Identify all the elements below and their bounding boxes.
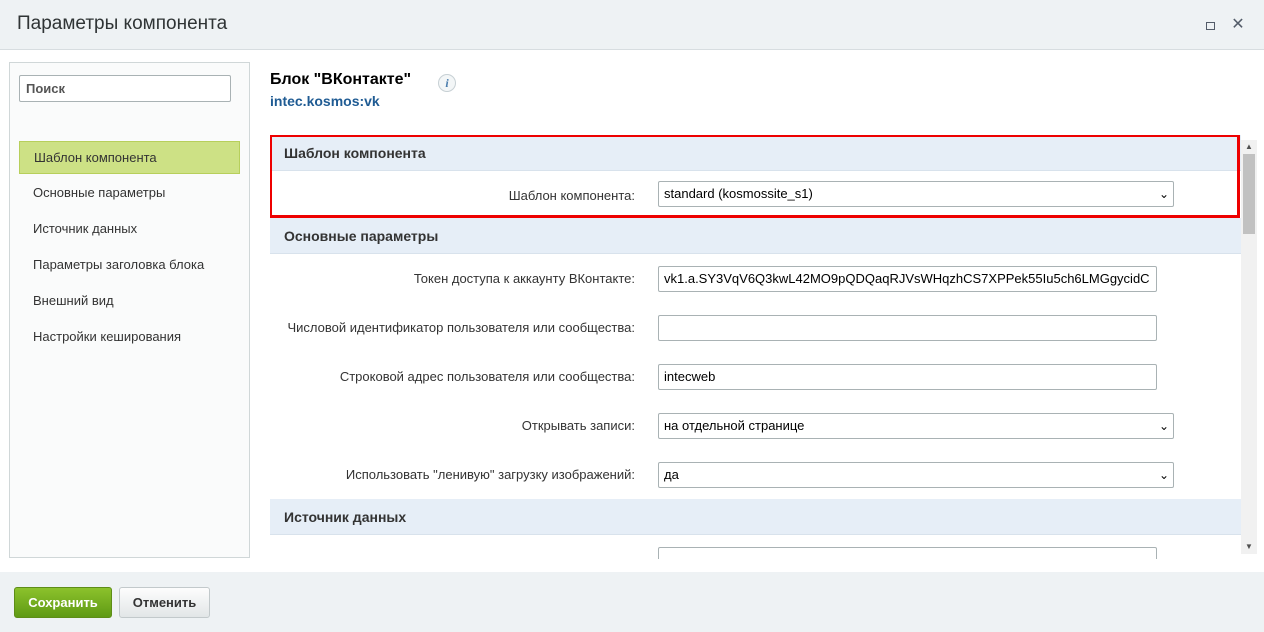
user-id-input[interactable]	[658, 315, 1157, 341]
source-input[interactable]	[658, 547, 1157, 559]
section-heading: Основные параметры	[270, 218, 1241, 254]
scrollbar[interactable]: ▲ ▼	[1241, 140, 1257, 554]
section-data-source: Источник данных	[270, 499, 1241, 559]
section-template: Шаблон компонента Шаблон компонента: sta…	[270, 135, 1241, 218]
param-row: Открывать записи: на отдельной странице …	[270, 401, 1241, 450]
param-row: Токен доступа к аккаунту ВКонтакте: vk1.…	[270, 254, 1241, 303]
token-input[interactable]: vk1.a.SY3VqV6Q3kwL42MO9pQDQaqRJVsWHqzhCS…	[658, 266, 1157, 292]
dialog-footer: Сохранить Отменить	[0, 572, 1264, 632]
sidebar-item-data-source[interactable]: Источник данных	[19, 213, 240, 249]
scrollbar-thumb[interactable]	[1243, 154, 1255, 234]
template-select-value: standard (kosmossite_s1)	[664, 186, 813, 201]
section-main-params: Основные параметры Токен доступа к аккау…	[270, 218, 1241, 499]
open-posts-value: на отдельной странице	[664, 418, 805, 433]
sidebar-list: Шаблон компонента Основные параметры Ист…	[19, 141, 240, 357]
params-panel: Шаблон компонента Шаблон компонента: sta…	[270, 135, 1241, 559]
chevron-down-icon: ⌄	[1158, 419, 1169, 433]
lazy-load-select[interactable]: да ⌄	[658, 462, 1174, 488]
component-code: intec.kosmos:vk	[270, 93, 380, 109]
dialog-header: Параметры компонента ✕	[0, 0, 1264, 50]
cancel-button[interactable]: Отменить	[119, 587, 210, 618]
token-label: Токен доступа к аккаунту ВКонтакте:	[413, 271, 635, 286]
param-row: Использовать "ленивую" загрузку изображе…	[270, 450, 1241, 499]
template-label: Шаблон компонента:	[508, 188, 635, 203]
chevron-down-icon: ⌄	[1158, 187, 1169, 201]
sidebar-item-header-params[interactable]: Параметры заголовка блока	[19, 249, 240, 285]
scroll-up-icon[interactable]: ▲	[1241, 140, 1257, 154]
chevron-down-icon: ⌄	[1158, 468, 1169, 482]
user-id-label: Числовой идентификатор пользователя или …	[287, 320, 635, 335]
sidebar-item-template[interactable]: Шаблон компонента	[19, 141, 240, 174]
component-title: Блок "ВКонтакте"	[270, 71, 412, 88]
save-button[interactable]: Сохранить	[14, 587, 112, 618]
param-row	[270, 535, 1241, 559]
section-heading: Шаблон компонента	[270, 135, 1241, 171]
open-posts-label: Открывать записи:	[521, 418, 635, 433]
address-label: Строковой адрес пользователя или сообщес…	[339, 369, 635, 384]
info-icon[interactable]: i	[438, 74, 456, 92]
maximize-icon[interactable]	[1202, 17, 1218, 33]
open-posts-select[interactable]: на отдельной странице ⌄	[658, 413, 1174, 439]
dialog-title: Параметры компонента	[17, 13, 228, 34]
close-icon[interactable]: ✕	[1230, 17, 1246, 33]
param-row: Шаблон компонента: standard (kosmossite_…	[270, 171, 1241, 218]
search-input[interactable]	[19, 75, 231, 102]
address-input[interactable]: intecweb	[658, 364, 1157, 390]
lazy-load-value: да	[664, 467, 679, 482]
main-panel: Блок "ВКонтакте" i intec.kosmos:vk Шабло…	[270, 50, 1264, 572]
sidebar: Шаблон компонента Основные параметры Ист…	[9, 62, 250, 558]
scroll-down-icon[interactable]: ▼	[1241, 540, 1257, 554]
param-row: Числовой идентификатор пользователя или …	[270, 303, 1241, 352]
template-select[interactable]: standard (kosmossite_s1) ⌄	[658, 181, 1174, 207]
dialog-content: Шаблон компонента Основные параметры Ист…	[0, 50, 1264, 572]
lazy-load-label: Использовать "ленивую" загрузку изображе…	[345, 467, 635, 482]
section-heading: Источник данных	[270, 499, 1241, 535]
sidebar-item-caching[interactable]: Настройки кеширования	[19, 321, 240, 357]
sidebar-item-main-params[interactable]: Основные параметры	[19, 177, 240, 213]
sidebar-item-appearance[interactable]: Внешний вид	[19, 285, 240, 321]
param-row: Строковой адрес пользователя или сообщес…	[270, 352, 1241, 401]
